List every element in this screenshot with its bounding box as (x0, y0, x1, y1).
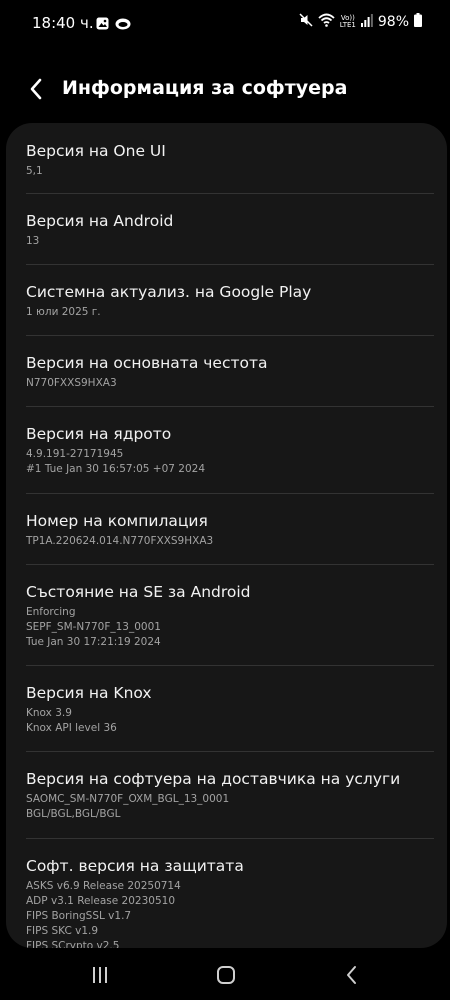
item-value: Knox 3.9 (26, 707, 72, 719)
app-header: Информация за софтуера (0, 70, 450, 110)
item-title: Версия на Android (26, 212, 174, 230)
item-value: N770FXXS9HXA3 (26, 377, 117, 389)
item-title: Версия на софтуера на доставчика на услу… (26, 770, 401, 788)
item-title: Версия на ядрото (26, 425, 172, 443)
item-title: Номер на компилация (26, 512, 208, 530)
item-title: Версия на Knox (26, 684, 152, 702)
item-value: ADP v3.1 Release 20230510 (26, 895, 175, 907)
wifi-icon (318, 13, 335, 31)
chevron-left-icon (30, 78, 42, 100)
divider (26, 406, 434, 407)
item-value: #1 Tue Jan 30 16:57:05 +07 2024 (26, 463, 206, 475)
divider (26, 493, 434, 494)
list-item-google-play-update[interactable]: Системна актуализ. на Google Play 1 юли … (6, 282, 447, 320)
battery-icon (414, 13, 422, 31)
divider (26, 751, 434, 752)
status-bar: 18:40 ч. Vo)) LTE1 98% (0, 0, 450, 48)
item-value: Enforcing (26, 606, 76, 618)
item-value: 13 (26, 235, 40, 247)
recents-icon (93, 967, 107, 983)
page-title: Информация за софтуера (62, 77, 348, 99)
notification-icons (96, 15, 131, 34)
divider (26, 335, 434, 336)
back-button[interactable] (22, 74, 50, 104)
item-value: Tue Jan 30 17:21:19 2024 (26, 636, 161, 648)
battery-percent: 98% (377, 14, 409, 30)
divider (26, 193, 434, 194)
status-time: 18:40 ч. (32, 14, 94, 32)
divider (26, 665, 434, 666)
item-value: FIPS BoringSSL v1.7 (26, 910, 132, 922)
list-item-android-version[interactable]: Версия на Android 13 (6, 211, 447, 249)
system-status-icons: Vo)) LTE1 98% (299, 13, 422, 31)
item-value: Knox API level 36 (26, 722, 117, 734)
list-item-build-number[interactable]: Номер на компилация TP1A.220624.014.N770… (6, 511, 447, 549)
list-item-baseband-version[interactable]: Версия на основната честота N770FXXS9HXA… (6, 353, 447, 391)
list-item-security-software-version[interactable]: Софт. версия на защитата ASKS v6.9 Relea… (6, 856, 447, 948)
item-value: SEPF_SM-N770F_13_0001 (26, 621, 161, 633)
item-title: Софт. версия на защитата (26, 857, 244, 875)
item-value: BGL/BGL,BGL/BGL (26, 808, 121, 820)
cloud-notification-icon (115, 15, 131, 34)
gallery-notification-icon (96, 15, 109, 34)
item-value: 5,1 (26, 165, 43, 177)
navigation-bar (0, 955, 450, 1000)
lte-label: LTE1 (339, 21, 356, 29)
item-value: ASKS v6.9 Release 20250714 (26, 880, 181, 892)
software-info-list: Версия на One UI 5,1 Версия на Android 1… (6, 123, 447, 948)
item-value: SAOMC_SM-N770F_OXM_BGL_13_0001 (26, 793, 230, 805)
mute-icon (299, 13, 313, 31)
signal-icon (360, 13, 373, 31)
divider (26, 564, 434, 565)
list-item-kernel-version[interactable]: Версия на ядрото 4.9.191-27171945 #1 Tue… (6, 424, 447, 477)
nav-back-button[interactable] (332, 963, 372, 987)
item-title: Системна актуализ. на Google Play (26, 283, 312, 301)
item-value: 1 юли 2025 г. (26, 306, 101, 318)
divider (26, 264, 434, 265)
item-value: FIPS SCrypto v2.5 (26, 940, 120, 948)
home-button[interactable] (206, 963, 246, 987)
home-icon (217, 966, 235, 984)
item-value: 4.9.191-27171945 (26, 448, 124, 460)
back-icon (347, 966, 356, 984)
list-item-se-android-status[interactable]: Състояние на SE за Android Enforcing SEP… (6, 582, 447, 650)
list-item-service-provider-version[interactable]: Версия на софтуера на доставчика на услу… (6, 769, 447, 822)
item-title: Състояние на SE за Android (26, 583, 251, 601)
divider (26, 838, 434, 839)
list-item-one-ui-version[interactable]: Версия на One UI 5,1 (6, 141, 447, 179)
list-item-knox-version[interactable]: Версия на Knox Knox 3.9 Knox API level 3… (6, 683, 447, 736)
item-value: FIPS SKC v1.9 (26, 925, 99, 937)
item-title: Версия на One UI (26, 142, 166, 160)
volte-indicator: Vo)) LTE1 (340, 15, 356, 29)
recents-button[interactable] (80, 963, 120, 987)
item-value: TP1A.220624.014.N770FXXS9HXA3 (26, 535, 214, 547)
item-title: Версия на основната честота (26, 354, 268, 372)
